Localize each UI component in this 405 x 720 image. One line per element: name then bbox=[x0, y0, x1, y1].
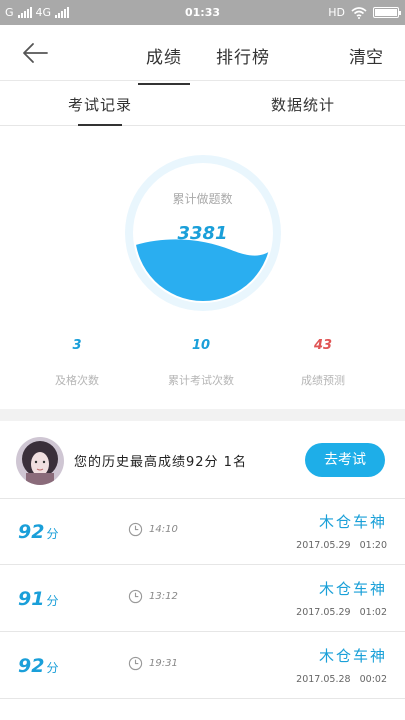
record-name: 木仓车神 bbox=[318, 580, 387, 598]
top-nav: 成绩 排行榜 清空 bbox=[0, 25, 405, 85]
record-score: 91 分 bbox=[18, 588, 58, 610]
stat-exam-count: 10 累计考试次数 bbox=[146, 338, 256, 388]
sub-tabs: 考试记录 数据统计 bbox=[0, 82, 405, 126]
tab-ranking[interactable]: 排行榜 bbox=[216, 43, 270, 68]
clear-button[interactable]: 清空 bbox=[349, 43, 383, 68]
status-bar: G 4G 01:33 HD bbox=[0, 0, 405, 25]
stat-pass-count: 3 及格次数 bbox=[22, 338, 132, 388]
best-score-row: 您的历史最高成绩92分 1名 去考试 bbox=[0, 421, 405, 499]
tab-data-stats[interactable]: 数据统计 bbox=[271, 94, 335, 115]
gauge-value: 3381 bbox=[177, 223, 228, 244]
score-unit: 分 bbox=[46, 527, 59, 541]
stat-value: 10 bbox=[191, 338, 211, 353]
stat-score-prediction: 43 成绩预测 bbox=[268, 338, 378, 388]
score-unit: 分 bbox=[46, 661, 59, 675]
score-number: 92 bbox=[18, 655, 45, 677]
score-number: 91 bbox=[18, 588, 45, 610]
take-exam-button[interactable]: 去考试 bbox=[305, 443, 385, 477]
stat-label: 累计考试次数 bbox=[168, 374, 234, 387]
tab-exam-records[interactable]: 考试记录 bbox=[68, 94, 132, 126]
exam-record-row[interactable]: 92 分 19:31 木仓车神 2017.05.28 00:02 bbox=[0, 633, 405, 699]
record-score: 92 分 bbox=[18, 521, 58, 543]
stat-value: 3 bbox=[72, 338, 82, 353]
record-duration: 14:10 bbox=[149, 524, 178, 535]
best-score-text: 您的历史最高成绩92分 1名 bbox=[74, 455, 247, 470]
exam-record-row[interactable]: 91 分 13:12 木仓车神 2017.05.29 01:02 bbox=[0, 566, 405, 632]
clock-icon bbox=[128, 522, 143, 537]
exam-record-row[interactable]: 92 分 14:10 木仓车神 2017.05.29 01:20 bbox=[0, 499, 405, 565]
record-name: 木仓车神 bbox=[318, 647, 387, 665]
back-arrow-icon[interactable] bbox=[20, 41, 50, 65]
stats-row: 3 及格次数 10 累计考试次数 43 成绩预测 bbox=[0, 338, 405, 398]
avatar[interactable] bbox=[16, 437, 64, 485]
stat-label: 及格次数 bbox=[55, 374, 99, 387]
record-date: 2017.05.29 01:20 bbox=[296, 540, 387, 551]
hd-label: HD bbox=[328, 6, 345, 19]
stat-label: 成绩预测 bbox=[301, 374, 345, 387]
stat-value: 43 bbox=[313, 338, 333, 353]
clock-icon bbox=[128, 589, 143, 604]
record-date: 2017.05.29 01:02 bbox=[296, 607, 387, 618]
record-score: 92 分 bbox=[18, 655, 58, 677]
status-right: HD bbox=[328, 6, 401, 19]
battery-icon bbox=[373, 7, 401, 18]
record-name: 木仓车神 bbox=[318, 513, 387, 531]
gauge-label: 累计做题数 bbox=[172, 192, 233, 206]
record-duration: 19:31 bbox=[149, 658, 178, 669]
tab-score[interactable]: 成绩 bbox=[138, 43, 190, 85]
record-duration: 13:12 bbox=[149, 591, 178, 602]
score-number: 92 bbox=[18, 521, 45, 543]
score-unit: 分 bbox=[46, 594, 59, 608]
section-divider bbox=[0, 409, 405, 421]
wifi-icon bbox=[351, 6, 367, 19]
record-date: 2017.05.28 00:02 bbox=[296, 674, 387, 685]
score-page: G 4G 01:33 HD 成绩 排行榜 清空 考试记录 数据统计 累计做题数 … bbox=[0, 0, 405, 720]
clock-icon bbox=[128, 656, 143, 671]
